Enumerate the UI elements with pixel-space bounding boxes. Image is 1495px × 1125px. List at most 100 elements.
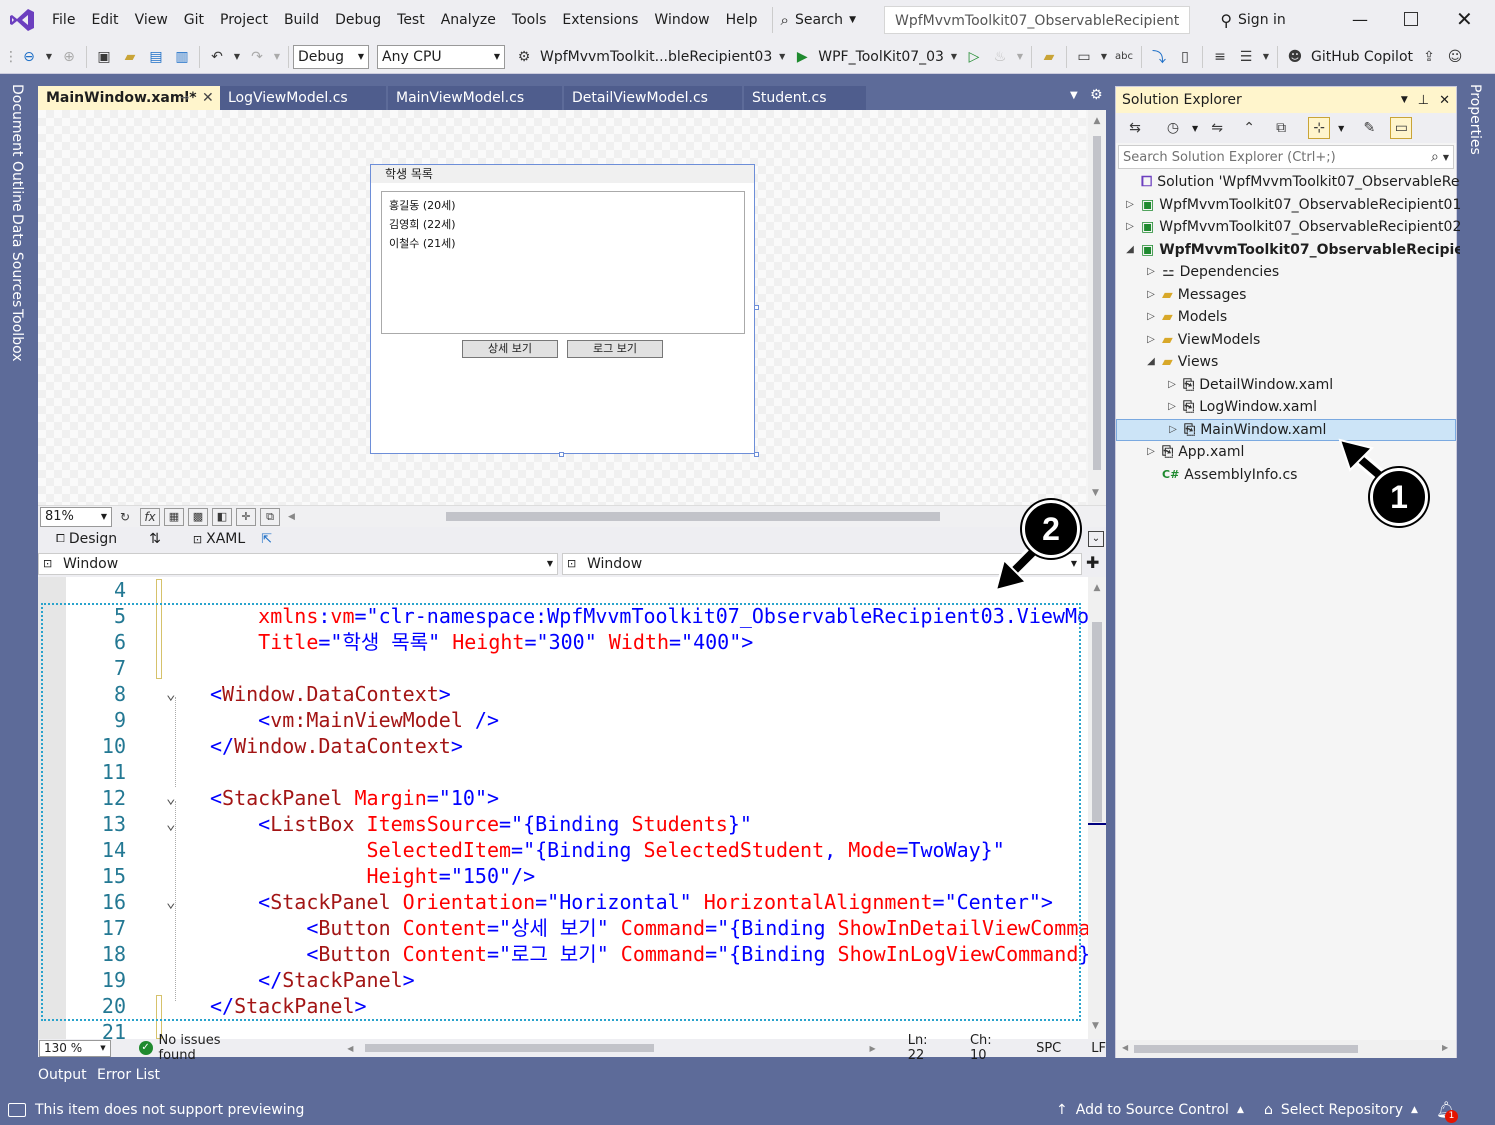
editor-horizontal-scrollbar[interactable]: [365, 1044, 654, 1052]
code-line[interactable]: 16 <StackPanel Orientation="Horizontal" …: [38, 889, 1078, 915]
scroll-thumb[interactable]: [1093, 136, 1101, 470]
line-ending-indicator[interactable]: LF: [1091, 1041, 1106, 1056]
tree-node-solution-wpfmvvmtoolkit07-observablerecipient-3-of-3-projects[interactable]: ⧠ Solution 'WpfMvvmToolkit07_ObservableRe…: [1124, 171, 1493, 193]
open-folder-icon[interactable]: ▰: [119, 46, 141, 68]
list-item[interactable]: 이철수 (21세): [389, 234, 737, 253]
dropdown-icon[interactable]: ▼: [272, 46, 282, 68]
save-icon[interactable]: ▤: [145, 46, 167, 68]
xaml-designer-surface[interactable]: 학생 목록 홍길동 (20세) 김영희 (22세) 이철수 (21세) 상세 보…: [38, 110, 1106, 505]
scroll-thumb[interactable]: [1134, 1045, 1358, 1053]
xaml-code-editor[interactable]: 45 xmlns:vm="clr-namespace:WpfMvvmToolki…: [38, 577, 1088, 1039]
collapsed-arrow-icon[interactable]: ▷: [1145, 261, 1157, 283]
tree-node-dependencies[interactable]: ▷ ⚍ Dependencies: [1145, 261, 1279, 283]
resize-handle[interactable]: [559, 452, 564, 457]
code-line[interactable]: 18 <Button Content="로그 보기" Command="{Bin…: [38, 941, 1088, 967]
chevron-down-icon[interactable]: ▼: [1443, 153, 1449, 162]
device-icon[interactable]: ⧉: [260, 507, 280, 526]
tab-xaml[interactable]: ⊡ XAML: [193, 531, 245, 547]
scroll-up-icon[interactable]: ▲: [1088, 116, 1106, 126]
popout-icon[interactable]: ⇱: [261, 532, 272, 547]
menu-window[interactable]: Window: [646, 0, 717, 40]
navigate-forward-icon[interactable]: ⊕: [58, 46, 80, 68]
menu-edit[interactable]: Edit: [83, 0, 126, 40]
undo-icon[interactable]: ↶: [206, 46, 228, 68]
background-icon[interactable]: ◧: [212, 507, 232, 526]
dropdown-icon[interactable]: ▼: [777, 46, 787, 68]
tab-error-list[interactable]: Error List: [97, 1067, 160, 1083]
code-line[interactable]: 19 </StackPanel>: [38, 967, 1078, 993]
line-indicator[interactable]: Ln: 22: [908, 1033, 948, 1063]
tree-node-detailwindow-xaml[interactable]: ▷ ⎘ DetailWindow.xaml: [1166, 374, 1333, 396]
collapsed-arrow-icon[interactable]: ▷: [1166, 374, 1178, 396]
close-icon[interactable]: ✕: [202, 86, 214, 110]
tab-logviewmodel-cs[interactable]: LogViewModel.cs: [220, 86, 386, 110]
tab-detailviewmodel-cs[interactable]: DetailViewModel.cs: [564, 86, 742, 110]
menu-debug[interactable]: Debug: [327, 0, 389, 40]
collapse-icon[interactable]: ⌄: [166, 816, 180, 832]
menu-help[interactable]: Help: [718, 0, 766, 40]
switch-views-icon[interactable]: ⇋: [1206, 117, 1228, 139]
select-repository-button[interactable]: ⌂ Select Repository ▲: [1264, 1102, 1418, 1118]
code-line[interactable]: 5 xmlns:vm="clr-namespace:WpfMvvmToolkit…: [38, 603, 1088, 629]
notifications-button[interactable]: 🔔︎ 1: [1436, 1100, 1458, 1123]
tab-overflow-icon[interactable]: ▼: [1070, 90, 1078, 101]
pin-icon[interactable]: ⊥: [1418, 93, 1429, 108]
minimize-button[interactable]: —: [1352, 10, 1372, 30]
scroll-left-icon[interactable]: ◀: [1122, 1043, 1128, 1052]
grid-snap-icon[interactable]: ▩: [188, 507, 208, 526]
scroll-right-icon[interactable]: ▶: [870, 1044, 876, 1053]
collapse-icon[interactable]: ⌄: [166, 686, 180, 702]
dropdown-icon[interactable]: ▼: [1261, 46, 1271, 68]
designer-zoom-select[interactable]: 81% ▼: [40, 506, 112, 527]
collapse-pane-icon[interactable]: ⌄: [1088, 531, 1104, 547]
expanded-arrow-icon[interactable]: ◢: [1145, 351, 1157, 373]
element-member-select[interactable]: ⊡ Window ▼: [562, 553, 1082, 575]
dropdown-icon[interactable]: ▼: [1192, 124, 1198, 133]
scroll-left-icon[interactable]: ◀: [347, 1044, 353, 1053]
side-tab-data-sources[interactable]: Data Sources: [9, 214, 25, 307]
tree-node-viewmodels[interactable]: ▷ ▰ ViewModels: [1145, 329, 1260, 351]
element-scope-select[interactable]: ⊡ Window ▼: [38, 553, 558, 575]
whitespace-indicator[interactable]: SPC: [1036, 1041, 1061, 1056]
dropdown-icon[interactable]: ▼: [1099, 46, 1109, 68]
indent-icon[interactable]: ≡: [1209, 46, 1231, 68]
collapsed-arrow-icon[interactable]: ▷: [1145, 441, 1157, 463]
tree-node-wpfmvvmtoolkit07-observablerecipient03[interactable]: ◢ ▣ WpfMvvmToolkit07_ObservableRecipient0: [1124, 239, 1490, 261]
close-window-button[interactable]: ✕: [1456, 7, 1473, 31]
resize-handle[interactable]: [754, 305, 759, 310]
outdent-icon[interactable]: ☰: [1235, 46, 1257, 68]
tab-student-cs[interactable]: Student.cs: [744, 86, 866, 110]
tree-node-mainwindow-xaml[interactable]: ▷ ⎘ MainWindow.xaml: [1116, 418, 1456, 441]
scroll-down-icon[interactable]: ▼: [1092, 488, 1099, 498]
tree-node-assemblyinfo-cs[interactable]: C# AssemblyInfo.cs: [1145, 464, 1297, 486]
gear-icon[interactable]: ⚙: [1090, 87, 1103, 103]
sign-in-button[interactable]: ⚲ Sign in: [1220, 11, 1285, 30]
code-line[interactable]: 13 <ListBox ItemsSource="{Binding Studen…: [38, 811, 1078, 837]
code-line[interactable]: 8 <Window.DataContext>: [38, 681, 1078, 707]
properties-wrench-icon[interactable]: ✎: [1358, 117, 1380, 139]
collapsed-arrow-icon[interactable]: ▷: [1124, 194, 1136, 216]
solution-search-input[interactable]: Search Solution Explorer (Ctrl+;) ⌕ ▼: [1118, 145, 1454, 169]
side-tab-toolbox[interactable]: Toolbox: [9, 309, 25, 362]
solution-folder-icon[interactable]: ▰: [1038, 46, 1060, 68]
bookmark-icon[interactable]: ▯: [1174, 46, 1196, 68]
editor-vertical-scrollbar[interactable]: ▲ ▼: [1088, 577, 1106, 1039]
menu-view[interactable]: View: [127, 0, 176, 40]
collapsed-arrow-icon[interactable]: ▷: [1145, 306, 1157, 328]
collapsed-arrow-icon[interactable]: ▷: [1124, 216, 1136, 238]
collapse-all-icon[interactable]: ⌃: [1238, 117, 1260, 139]
column-indicator[interactable]: Ch: 10: [970, 1033, 1012, 1063]
code-line[interactable]: 10 </Window.DataContext>: [38, 733, 1078, 759]
split-editor-icon[interactable]: ✚: [1086, 553, 1099, 572]
tree-node-logwindow-xaml[interactable]: ▷ ⎘ LogWindow.xaml: [1166, 396, 1317, 418]
tree-node-wpfmvvmtoolkit07-observablerecipient02[interactable]: ▷ ▣ WpfMvvmToolkit07_ObservableRecipient02: [1124, 216, 1461, 238]
toggle-preview-icon[interactable]: ▭: [1390, 117, 1413, 139]
menu-extensions[interactable]: Extensions: [554, 0, 646, 40]
effects-icon[interactable]: fx: [140, 507, 160, 526]
scroll-thumb[interactable]: [1092, 622, 1102, 822]
list-item[interactable]: 홍길동 (20세): [389, 196, 737, 215]
scroll-up-icon[interactable]: ▲: [1088, 583, 1106, 593]
scroll-left-icon[interactable]: ◀: [288, 512, 295, 522]
student-listbox[interactable]: 홍길동 (20세) 김영희 (22세) 이철수 (21세): [381, 191, 745, 334]
pin-icon[interactable]: ⊸: [180, 86, 189, 110]
